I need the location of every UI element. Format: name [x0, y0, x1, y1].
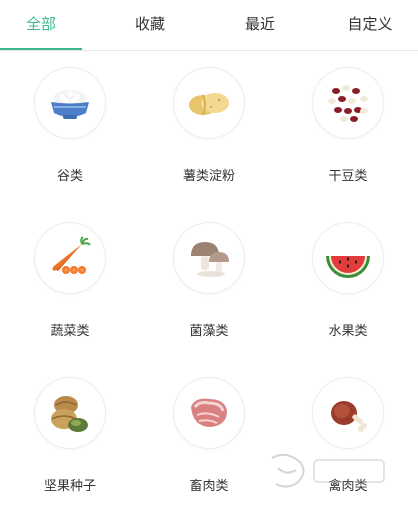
- category-fruits[interactable]: 水果类: [278, 206, 418, 356]
- mushroom-icon: [174, 223, 244, 293]
- potato-icon: [174, 68, 244, 138]
- category-vegetables[interactable]: 蔬菜类: [0, 206, 140, 356]
- category-label: 蔬菜类: [50, 324, 90, 339]
- category-label: 水果类: [328, 324, 368, 339]
- watermelon-icon: [313, 223, 383, 293]
- category-tubers-starch[interactable]: 薯类淀粉: [139, 51, 279, 201]
- tab-custom[interactable]: 自定义: [330, 13, 410, 35]
- category-label: 坚果种子: [43, 479, 96, 494]
- carrot-icon: [35, 223, 105, 293]
- category-label: 菌藻类: [189, 324, 229, 339]
- category-dried-beans[interactable]: 干豆类: [278, 51, 418, 201]
- category-label: 薯类淀粉: [182, 169, 235, 184]
- category-label: 谷类: [56, 169, 83, 184]
- poultry-leg-icon: [313, 378, 383, 448]
- watermark-logo: [271, 453, 385, 488]
- category-fungi-algae[interactable]: 菌藻类: [139, 206, 279, 356]
- category-label: 畜肉类: [189, 479, 229, 494]
- category-tabs: 全部 收藏 最近 自定义: [0, 0, 418, 51]
- rice-bowl-icon: [35, 68, 105, 138]
- tab-recent[interactable]: 最近: [220, 13, 300, 35]
- meat-icon: [174, 378, 244, 448]
- tab-favorites[interactable]: 收藏: [110, 13, 190, 35]
- category-label: 干豆类: [328, 169, 368, 184]
- category-nuts-seeds[interactable]: 坚果种子: [0, 361, 140, 511]
- nuts-icon: [35, 378, 105, 448]
- category-cereals[interactable]: 谷类: [0, 51, 140, 201]
- category-livestock-meat[interactable]: 畜肉类: [139, 361, 279, 511]
- tab-all[interactable]: 全部: [0, 13, 82, 35]
- beans-icon: [313, 68, 383, 138]
